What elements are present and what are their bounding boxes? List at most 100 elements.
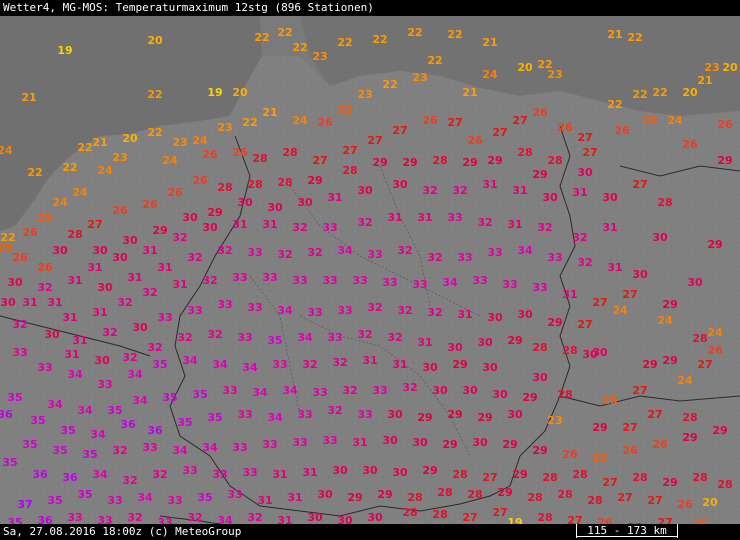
station-temp-label: 23 <box>357 88 372 101</box>
station-temp-label: 33 <box>297 408 312 421</box>
station-temp-label: 33 <box>187 304 202 317</box>
station-temp-label: 26 <box>232 146 248 159</box>
station-temp-label: 27 <box>492 506 507 519</box>
station-temp-label: 33 <box>322 274 337 287</box>
station-temp-label: 27 <box>577 131 592 144</box>
station-temp-label: 29 <box>152 224 167 237</box>
station-temp-label: 24 <box>667 114 683 127</box>
station-temp-label: 31 <box>87 261 102 274</box>
station-temp-label: 29 <box>532 444 547 457</box>
station-temp-label: 26 <box>557 121 573 134</box>
station-temp-label: 31 <box>67 274 82 287</box>
station-temp-label: 30 <box>7 276 23 289</box>
station-temp-label: 26 <box>682 138 698 151</box>
station-temp-label: 24 <box>162 154 178 167</box>
station-temp-label: 30 <box>432 384 448 397</box>
station-temp-label: 29 <box>547 316 562 329</box>
station-temp-label: 32 <box>327 404 342 417</box>
station-temp-label: 28 <box>252 152 267 165</box>
station-temp-label: 32 <box>207 328 222 341</box>
station-temp-label: 20 <box>147 34 163 47</box>
station-temp-label: 33 <box>472 274 487 287</box>
station-temp-label: 25 <box>37 211 52 224</box>
station-temp-label: 34 <box>267 411 283 424</box>
station-temp-label: 35 <box>7 391 22 404</box>
station-temp-label: 29 <box>592 421 607 434</box>
station-temp-label: 34 <box>297 331 313 344</box>
station-temp-label: 29 <box>372 156 387 169</box>
station-temp-label: 30 <box>237 196 253 209</box>
station-temp-label: 22 <box>372 33 387 46</box>
station-temp-label: 26 <box>652 438 668 451</box>
station-temp-label: 33 <box>222 384 237 397</box>
station-temp-label: 31 <box>92 306 107 319</box>
station-temp-label: 20 <box>232 86 248 99</box>
station-temp-label: 33 <box>337 304 352 317</box>
station-temp-label: 26 <box>707 344 723 357</box>
station-temp-label: 23 <box>547 68 562 81</box>
station-temp-label: 26 <box>12 251 28 264</box>
station-temp-label: 33 <box>502 278 517 291</box>
station-temp-label: 26 <box>202 148 218 161</box>
station-temp-label: 29 <box>662 476 677 489</box>
station-temp-label: 27 <box>87 218 102 231</box>
station-temp-label: 34 <box>442 276 458 289</box>
station-temp-label: 29 <box>307 174 322 187</box>
station-temp-label: 32 <box>292 221 307 234</box>
station-temp-label: 31 <box>327 191 342 204</box>
station-temp-label: 27 <box>647 494 662 507</box>
station-temp-label: 22 <box>27 166 42 179</box>
station-temp-label: 30 <box>577 166 593 179</box>
station-temp-label: 34 <box>517 244 533 257</box>
station-temp-label: 22 <box>77 141 92 154</box>
station-temp-label: 31 <box>272 468 287 481</box>
station-temp-label: 35 <box>60 424 75 437</box>
station-temp-label: 28 <box>432 508 447 521</box>
station-temp-label: 22 <box>277 26 292 39</box>
station-temp-label: 28 <box>572 468 587 481</box>
station-temp-label: 33 <box>97 378 112 391</box>
station-temp-label: 24 <box>677 374 693 387</box>
station-temp-label: 19 <box>57 44 72 57</box>
station-temp-label: 29 <box>442 438 457 451</box>
station-temp-label: 32 <box>427 251 442 264</box>
station-temp-label: 35 <box>47 494 62 507</box>
station-temp-label: 31 <box>232 218 247 231</box>
station-temp-label: 30 <box>507 408 523 421</box>
station-temp-label: 28 <box>682 411 697 424</box>
station-temp-label: 34 <box>252 386 268 399</box>
station-temp-label: 30 <box>337 514 353 524</box>
station-temp-label: 33 <box>292 436 307 449</box>
station-temp-label: 28 <box>537 511 552 524</box>
station-temp-label: 31 <box>417 336 432 349</box>
station-temp-label: 29 <box>347 491 362 504</box>
station-temp-label: 32 <box>452 184 467 197</box>
station-temp-label: 35 <box>197 491 212 504</box>
station-temp-label: 30 <box>307 511 323 524</box>
station-temp-label: 30 <box>97 281 113 294</box>
station-temp-label: 33 <box>182 464 197 477</box>
station-temp-label: 31 <box>142 244 157 257</box>
station-temp-label: 22 <box>652 86 667 99</box>
station-temp-label: 33 <box>327 331 342 344</box>
station-temp-label: 28 <box>547 154 562 167</box>
temperature-map[interactable]: 19 20 21 22 19 20 22 22 22 23 22 22 22 22 21 21 22 23 20 21… <box>0 16 740 524</box>
station-temp-label: 25 <box>602 394 617 407</box>
station-temp-label: 30 <box>632 268 648 281</box>
station-temp-label: 33 <box>242 466 257 479</box>
station-temp-label: 29 <box>662 354 677 367</box>
station-temp-label: 29 <box>452 358 467 371</box>
station-temp-label: 32 <box>402 381 417 394</box>
station-temp-label: 24 <box>52 196 68 209</box>
station-temp-label: 20 <box>682 86 698 99</box>
station-temp-label: 28 <box>692 471 707 484</box>
station-temp-label: 33 <box>227 488 242 501</box>
map-title-bar: Wetter4, MG-MOS: Temperaturmaximum 12stg… <box>0 0 740 16</box>
station-temp-label: 30 <box>357 184 373 197</box>
station-temp-label: 31 <box>602 221 617 234</box>
station-temp-label: 30 <box>492 388 508 401</box>
station-temp-label: 32 <box>397 244 412 257</box>
station-temp-label: 32 <box>102 326 117 339</box>
station-temp-label: 30 <box>202 221 218 234</box>
station-temp-label: 26 <box>614 124 630 137</box>
